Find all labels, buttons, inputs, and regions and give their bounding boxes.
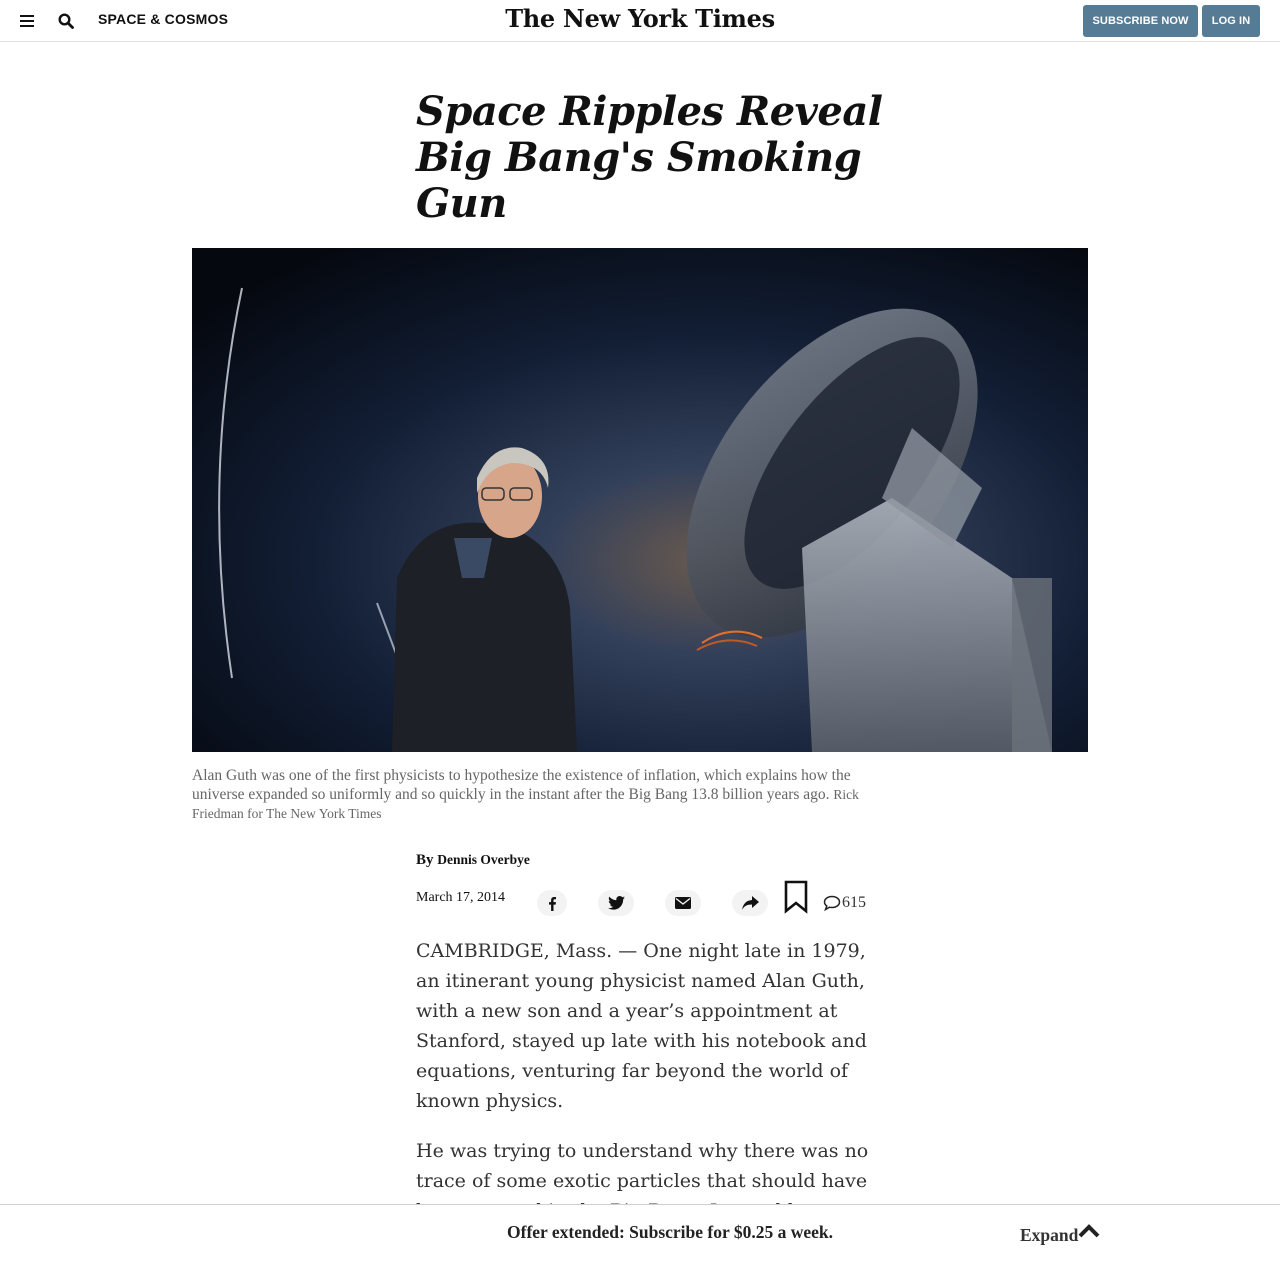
lead-photo <box>192 248 1088 752</box>
comments-link[interactable]: 615 <box>823 894 866 912</box>
expand-label: Expand <box>1020 1225 1079 1245</box>
more-share-button[interactable] <box>732 890 768 916</box>
byline: By Dennis Overbye <box>416 852 530 869</box>
email-icon <box>675 897 691 909</box>
login-button[interactable]: LOG IN <box>1202 5 1260 37</box>
twitter-icon <box>607 896 625 910</box>
author-link[interactable]: Dennis Overbye <box>437 852 530 867</box>
bookmark-button[interactable] <box>784 880 808 914</box>
subscription-offer-bar: Offer extended: Subscribe for $0.25 a we… <box>0 1204 1280 1280</box>
article-headline: Space Ripples Reveal Big Bang's Smoking … <box>416 88 883 227</box>
twitter-share-button[interactable] <box>598 890 634 916</box>
subscribe-button[interactable]: SUBSCRIBE NOW <box>1083 5 1198 37</box>
chevron-up-icon <box>1078 1224 1100 1238</box>
article-body: CAMBRIDGE, Mass. — One night late in 197… <box>416 936 876 1246</box>
photo-caption: Alan Guth was one of the first physicist… <box>192 766 882 823</box>
publish-date: March 17, 2014 <box>416 890 506 905</box>
caption-text: Alan Guth was one of the first physicist… <box>192 767 851 803</box>
comment-count: 615 <box>842 894 866 911</box>
expand-button[interactable]: Expand <box>1020 1224 1100 1246</box>
bookmark-icon <box>784 880 808 914</box>
comment-icon <box>823 895 841 911</box>
share-icon <box>741 896 759 910</box>
article-paragraph: CAMBRIDGE, Mass. — One night late in 197… <box>416 940 867 1112</box>
top-navigation-bar: SPACE & COSMOS The New York Times SUBSCR… <box>0 0 1280 42</box>
email-share-button[interactable] <box>665 890 701 916</box>
facebook-icon <box>549 896 556 911</box>
facebook-share-button[interactable] <box>537 890 567 916</box>
byline-prefix: By <box>416 852 434 868</box>
